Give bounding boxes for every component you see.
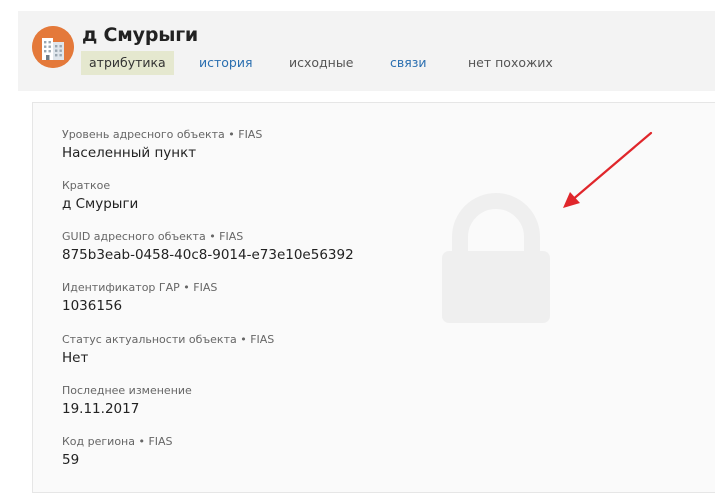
object-header: д Смурыги атрибутика история исходные св… [18, 11, 715, 91]
attribute-item: Статус актуальности объекта • FIAS Нет [62, 333, 274, 367]
attribute-value: 1036156 [62, 298, 123, 314]
tab-no-similar[interactable]: нет похожих [468, 51, 553, 75]
red-arrow-icon [563, 131, 653, 208]
attribute-value: д Смурыги [62, 196, 139, 212]
attribute-value: 59 [62, 452, 80, 468]
attribute-value: 19.11.2017 [62, 401, 140, 417]
attribute-label: Идентификатор ГАР • FIAS [62, 281, 218, 294]
attribute-item: Последнее изменение 19.11.2017 [62, 384, 192, 418]
attribute-label: Краткое [62, 179, 111, 192]
attribute-value: 875b3eab-0458-40c8-9014-e73e10e56392 [62, 247, 354, 263]
page-title: д Смурыги [82, 24, 199, 46]
attribute-value: Населенный пункт [62, 145, 197, 161]
attribute-item: Код региона • FIAS 59 [62, 435, 173, 469]
attribute-label: Уровень адресного объекта • FIAS [62, 128, 263, 141]
building-icon [32, 26, 74, 68]
attribute-item: Уровень адресного объекта • FIAS Населен… [62, 128, 262, 162]
lock-icon [442, 193, 550, 323]
attribute-label: Последнее изменение [62, 384, 192, 397]
attribute-label: GUID адресного объекта • FIAS [62, 230, 244, 243]
tab-attributes[interactable]: атрибутика [81, 51, 174, 75]
tab-links[interactable]: связи [390, 51, 427, 75]
attribute-label: Статус актуальности объекта • FIAS [62, 333, 275, 346]
attribute-item: Идентификатор ГАР • FIAS 1036156 [62, 281, 217, 315]
attribute-value: Нет [62, 350, 89, 366]
attribute-item: GUID адресного объекта • FIAS 875b3eab-0… [62, 230, 354, 264]
attributes-panel: Уровень адресного объекта • FIAS Населен… [32, 102, 715, 493]
tab-history[interactable]: история [199, 51, 253, 75]
attribute-item: Краткое д Смурыги [62, 179, 138, 213]
attribute-label: Код региона • FIAS [62, 435, 173, 448]
tab-sources[interactable]: исходные [289, 51, 353, 75]
